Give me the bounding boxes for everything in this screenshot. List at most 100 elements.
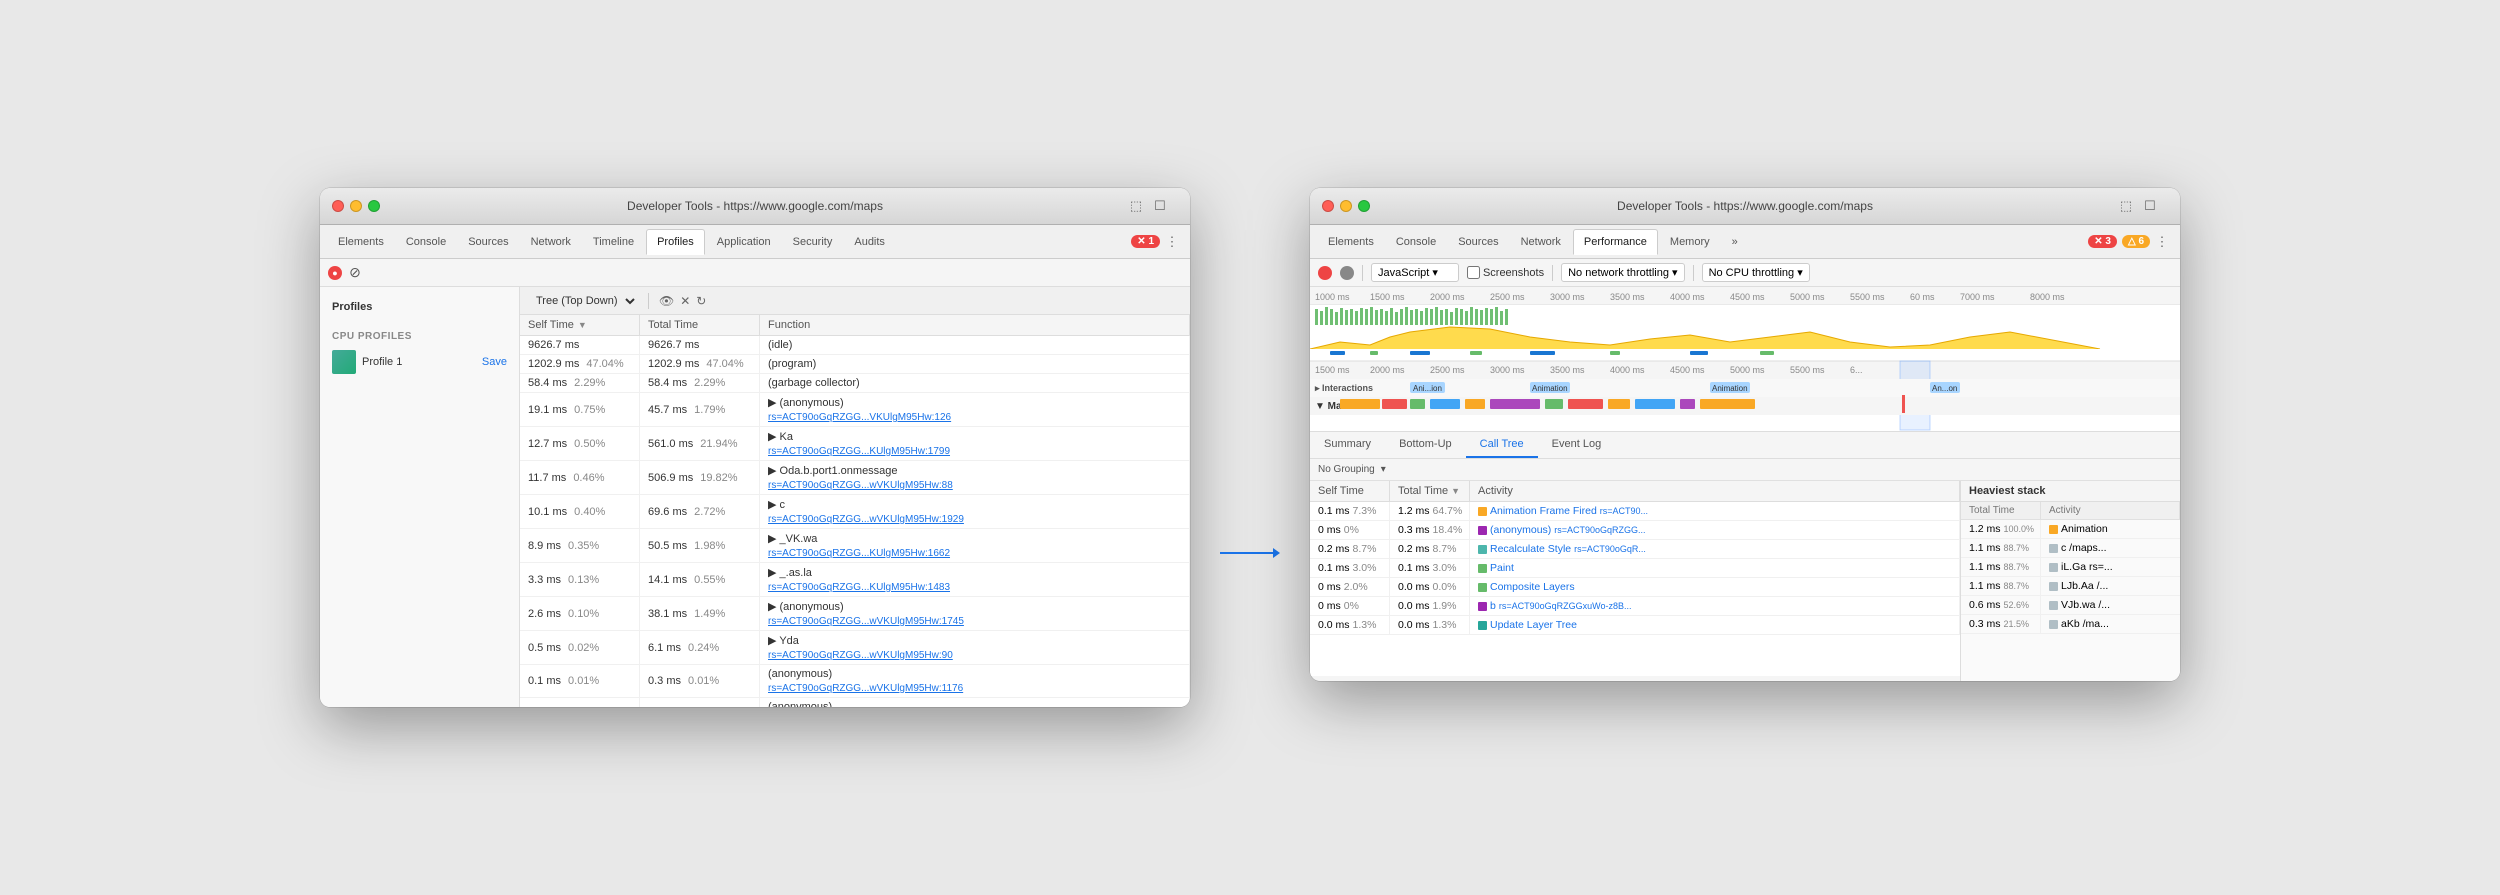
activity-self-time: 0 ms 2.0% xyxy=(1310,578,1390,596)
tab-console[interactable]: Console xyxy=(396,230,456,254)
right-tab-memory[interactable]: Memory xyxy=(1660,230,1720,254)
perf-tab-bottom-up[interactable]: Bottom-Up xyxy=(1385,432,1466,458)
right-tab-elements[interactable]: Elements xyxy=(1318,230,1384,254)
left-close-btn[interactable] xyxy=(332,200,344,212)
heaviest-total-time: 0.3 ms 21.5% xyxy=(1961,615,2041,633)
activity-self-time: 0.1 ms 3.0% xyxy=(1310,559,1390,577)
profiles-sidebar: Profiles CPU PROFILES Profile 1 Save xyxy=(320,287,520,707)
clear-icon[interactable]: ✕ xyxy=(680,294,690,308)
svg-text:4000 ms: 4000 ms xyxy=(1670,292,1705,302)
tree-panel: Tree (Top Down) 👁 ✕ ↻ Self Time ▼ Total … xyxy=(520,287,1190,707)
arrow-connector-area xyxy=(1220,548,1280,558)
heaviest-total-time: 1.1 ms 88.7% xyxy=(1961,539,2041,557)
sort-arrow: ▼ xyxy=(1451,486,1460,496)
right-tab-sources[interactable]: Sources xyxy=(1448,230,1508,254)
left-inspect-icon[interactable]: ⬚ xyxy=(1126,196,1146,216)
arrow-line xyxy=(1220,552,1273,554)
perf-tab-summary[interactable]: Summary xyxy=(1310,432,1385,458)
record-btn[interactable]: ● xyxy=(328,266,342,280)
self-time-cell: 19.1 ms 0.75% xyxy=(520,393,640,426)
perf-reload-btn[interactable] xyxy=(1340,266,1354,280)
total-time-cell: 14.1 ms 0.55% xyxy=(640,563,760,596)
profile-1-save[interactable]: Save xyxy=(482,356,507,368)
left-mobile-icon[interactable]: ☐ xyxy=(1150,196,1170,216)
self-time-cell: 8.9 ms 0.35% xyxy=(520,529,640,562)
self-time-cell: 11.7 ms 0.46% xyxy=(520,461,640,494)
refresh-icon[interactable]: ↻ xyxy=(696,294,706,308)
tab-network[interactable]: Network xyxy=(521,230,581,254)
tab-profiles[interactable]: Profiles xyxy=(646,229,705,255)
activity-activity-header[interactable]: Activity xyxy=(1470,481,1960,501)
right-inspect-icon[interactable]: ⬚ xyxy=(2116,196,2136,216)
arrow-connector xyxy=(1220,548,1280,558)
tab-timeline[interactable]: Timeline xyxy=(583,230,644,254)
tab-security[interactable]: Security xyxy=(783,230,843,254)
no-grouping-bar: No Grouping ▾ xyxy=(1310,459,2180,481)
eye-icon[interactable]: 👁 xyxy=(659,294,674,308)
svg-text:Animation: Animation xyxy=(1532,384,1568,393)
activity-total-time: 0.0 ms 0.0% xyxy=(1390,578,1470,596)
left-maximize-btn[interactable] xyxy=(368,200,380,212)
left-more-btn[interactable]: ⋮ xyxy=(1162,232,1182,252)
profile-1-item[interactable]: Profile 1 Save xyxy=(320,346,519,378)
self-time-cell: 10.1 ms 0.40% xyxy=(520,495,640,528)
svg-text:2500 ms: 2500 ms xyxy=(1430,365,1465,375)
perf-record-btn[interactable] xyxy=(1318,266,1332,280)
activity-name: Paint xyxy=(1470,559,1960,577)
timeline-area: 1000 ms 1500 ms 2000 ms 2500 ms 3000 ms … xyxy=(1310,287,2180,432)
tab-application[interactable]: Application xyxy=(707,230,781,254)
fn-cell: ▶ Yda rs=ACT90oGqRZGG...wVKUlgM95Hw:90 xyxy=(760,631,1190,664)
cpu-throttle-select[interactable]: No CPU throttling ▾ xyxy=(1702,263,1810,282)
tab-elements[interactable]: Elements xyxy=(328,230,394,254)
screenshots-checkbox[interactable]: Screenshots xyxy=(1467,266,1544,279)
profile-1-name: Profile 1 xyxy=(362,356,476,368)
total-time-cell: 0.1 ms 0.01% xyxy=(640,698,760,707)
perf-tab-call-tree[interactable]: Call Tree xyxy=(1466,432,1538,458)
svg-text:3000 ms: 3000 ms xyxy=(1490,365,1525,375)
cpu-profiles-header: CPU PROFILES xyxy=(320,327,519,346)
svg-text:1500 ms: 1500 ms xyxy=(1315,365,1350,375)
heaviest-rows-container: 1.2 ms 100.0% Animation 1.1 ms 88.7% c /… xyxy=(1961,520,2180,634)
list-item: 0.0 ms 1.3% 0.0 ms 1.3% Update Layer Tre… xyxy=(1310,616,1960,635)
right-tab-performance[interactable]: Performance xyxy=(1573,229,1658,255)
left-minimize-btn[interactable] xyxy=(350,200,362,212)
screenshots-cb-input[interactable] xyxy=(1467,266,1480,279)
activity-color-dot xyxy=(1478,545,1487,554)
svg-text:6...: 6... xyxy=(1850,365,1863,375)
right-minimize-btn[interactable] xyxy=(1340,200,1352,212)
fn-cell: (anonymous) rs=ACT90oGqRZGG...wVKUlgM95H… xyxy=(760,698,1190,707)
activity-self-time-header[interactable]: Self Time xyxy=(1310,481,1390,501)
function-header[interactable]: Function xyxy=(760,315,1190,335)
tree-dropdown[interactable]: Tree (Top Down) xyxy=(528,292,638,310)
right-more-btn[interactable]: ⋮ xyxy=(2152,232,2172,252)
table-row: 0.5 ms 0.02% 6.1 ms 0.24% ▶ Yda rs=ACT90… xyxy=(520,631,1190,665)
left-window-title: Developer Tools - https://www.google.com… xyxy=(627,199,883,213)
activity-total-time-header[interactable]: Total Time ▼ xyxy=(1390,481,1470,501)
js-dropdown[interactable]: JavaScript ▾ xyxy=(1371,263,1459,282)
right-window-title: Developer Tools - https://www.google.com… xyxy=(1617,199,1873,213)
left-window-controls xyxy=(332,200,380,212)
total-time-cell: 58.4 ms 2.29% xyxy=(640,374,760,392)
right-tab-console[interactable]: Console xyxy=(1386,230,1446,254)
heaviest-activity-subheader: Activity xyxy=(2041,502,2180,519)
self-time-header[interactable]: Self Time ▼ xyxy=(520,315,640,335)
right-mobile-icon[interactable]: ☐ xyxy=(2140,196,2160,216)
right-close-btn[interactable] xyxy=(1322,200,1334,212)
tab-sources[interactable]: Sources xyxy=(458,230,518,254)
heaviest-activity: aKb /ma... xyxy=(2041,615,2180,633)
activity-name: Update Layer Tree xyxy=(1470,616,1960,634)
svg-text:3500 ms: 3500 ms xyxy=(1550,365,1585,375)
grouping-arrow: ▾ xyxy=(1381,464,1386,475)
tree-toolbar: Tree (Top Down) 👁 ✕ ↻ xyxy=(520,287,1190,315)
tab-audits[interactable]: Audits xyxy=(844,230,895,254)
right-maximize-btn[interactable] xyxy=(1358,200,1370,212)
fn-cell: (anonymous) rs=ACT90oGqRZGG...wVKUlgM95H… xyxy=(760,665,1190,697)
right-tab-more[interactable]: » xyxy=(1722,230,1748,254)
fn-cell: (garbage collector) xyxy=(760,374,1190,392)
fn-cell: ▶ (anonymous) rs=ACT90oGqRZGG...VKUlgM95… xyxy=(760,393,1190,426)
total-time-header[interactable]: Total Time xyxy=(640,315,760,335)
stop-btn[interactable]: ⊘ xyxy=(348,266,362,280)
right-tab-network[interactable]: Network xyxy=(1511,230,1571,254)
network-throttle-select[interactable]: No network throttling ▾ xyxy=(1561,263,1684,282)
perf-tab-event-log[interactable]: Event Log xyxy=(1538,432,1616,458)
